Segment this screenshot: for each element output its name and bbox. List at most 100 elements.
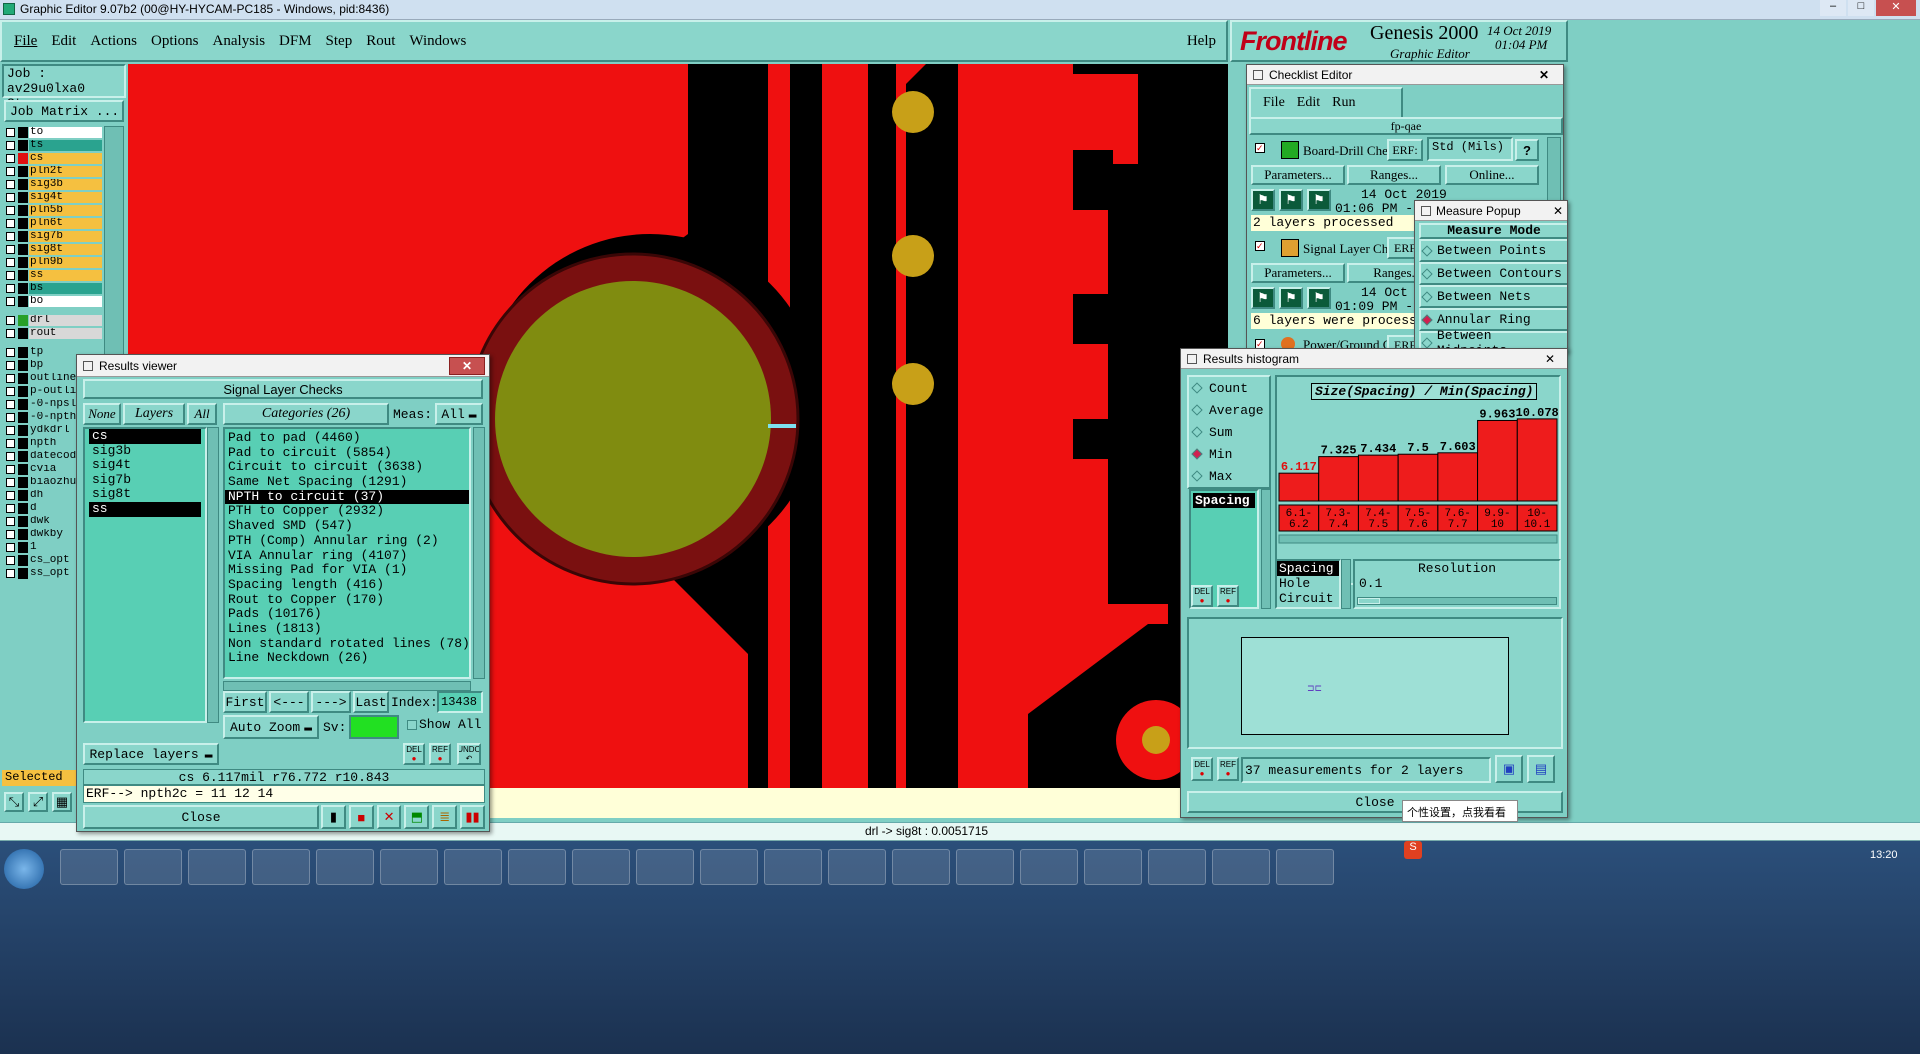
check1-parameters-button[interactable]: Parameters... bbox=[1251, 165, 1345, 185]
check2-name[interactable]: Signal Layer Ch bbox=[1303, 241, 1388, 257]
close-icon[interactable]: ✕ bbox=[1553, 204, 1563, 218]
layer-name[interactable]: pln5b bbox=[29, 205, 102, 216]
histogram-bar[interactable] bbox=[1516, 418, 1558, 502]
layer-name[interactable]: ss bbox=[29, 270, 102, 281]
select-item-spacing[interactable]: Spacing bbox=[1277, 561, 1339, 576]
close-icon[interactable]: ✕ bbox=[449, 356, 485, 375]
replace-layers-select[interactable]: Replace layers ▬ bbox=[83, 743, 219, 765]
layer-row[interactable]: pln6t bbox=[4, 217, 102, 230]
menu-rout[interactable]: Rout bbox=[366, 33, 395, 50]
layer-name[interactable]: rout bbox=[29, 328, 102, 339]
layer-row[interactable]: bs bbox=[4, 282, 102, 295]
menu-dfm[interactable]: DFM bbox=[279, 33, 312, 50]
checklist-titlebar[interactable]: Checklist Editor ✕ bbox=[1247, 65, 1563, 85]
aggregate-radio[interactable]: Max bbox=[1189, 465, 1269, 487]
ref-button[interactable]: REF ● bbox=[429, 743, 451, 765]
layer-checkbox[interactable] bbox=[6, 504, 15, 513]
window-controls[interactable]: – □ ✕ bbox=[1796, 0, 1916, 18]
layer-checkbox[interactable] bbox=[6, 316, 15, 325]
layer-checkbox[interactable] bbox=[6, 465, 15, 474]
measure-mode-item[interactable]: Between Points bbox=[1419, 239, 1567, 262]
close-icon[interactable]: ✕ bbox=[1529, 65, 1559, 84]
first-button[interactable]: First bbox=[223, 691, 267, 713]
layer-name[interactable]: drl bbox=[29, 315, 102, 326]
run-icon[interactable]: ⚑ bbox=[1251, 287, 1275, 309]
layer-name[interactable]: pln9b bbox=[29, 257, 102, 268]
category-item[interactable]: Non standard rotated lines (78) bbox=[225, 636, 470, 652]
taskbar-app-icon[interactable] bbox=[444, 849, 502, 885]
checklist-menu-file[interactable]: File bbox=[1263, 95, 1285, 111]
layer-checkbox[interactable] bbox=[6, 193, 15, 202]
run-icon[interactable]: ⚑ bbox=[1279, 287, 1303, 309]
layer-row[interactable]: rout bbox=[4, 327, 102, 340]
layer-name[interactable]: bo bbox=[29, 296, 102, 307]
check1-ranges-button[interactable]: Ranges... bbox=[1347, 165, 1441, 185]
menu-options[interactable]: Options bbox=[151, 33, 199, 50]
layer-results-list[interactable]: cs sig3b sig4t sig7b sig8t ss bbox=[83, 427, 207, 723]
menu-help[interactable]: Help bbox=[1187, 33, 1216, 50]
histogram-bar[interactable] bbox=[1437, 452, 1479, 502]
layer-name[interactable]: sig4t bbox=[29, 192, 102, 203]
start-button[interactable] bbox=[4, 849, 44, 889]
auto-zoom-select[interactable]: Auto Zoom ▬ bbox=[223, 715, 319, 739]
layer-name[interactable]: pln6t bbox=[29, 218, 102, 229]
layer-row[interactable]: ss bbox=[4, 269, 102, 282]
category-item[interactable]: PTH to Copper (2932) bbox=[225, 504, 469, 519]
layer-name[interactable]: sig8t bbox=[29, 244, 102, 255]
taskbar-app-icon[interactable] bbox=[636, 849, 694, 885]
taskbar-app-icon[interactable] bbox=[956, 849, 1014, 885]
category-item[interactable]: NPTH to circuit (37) bbox=[225, 489, 469, 505]
category-item[interactable]: VIA Annular ring (4107) bbox=[225, 548, 469, 564]
layer-checkbox[interactable] bbox=[6, 232, 15, 241]
taskbar-app-icon[interactable] bbox=[508, 849, 566, 885]
menu-windows[interactable]: Windows bbox=[409, 33, 466, 50]
layer-checkbox[interactable] bbox=[6, 556, 15, 565]
next-button[interactable]: ---> bbox=[311, 691, 351, 713]
taskbar-app-icon[interactable] bbox=[316, 849, 374, 885]
layer-checkbox[interactable] bbox=[6, 258, 15, 267]
menu-actions[interactable]: Actions bbox=[90, 33, 137, 50]
menu-analysis[interactable]: Analysis bbox=[213, 33, 266, 50]
layer-checkbox[interactable] bbox=[6, 245, 15, 254]
check-enabled-icon[interactable]: ✓ bbox=[1255, 143, 1265, 153]
hist-ref2-button[interactable]: REF ● bbox=[1217, 757, 1239, 781]
hist-del2-button[interactable]: DEL ● bbox=[1191, 757, 1213, 781]
checklist-menu-run[interactable]: Run bbox=[1332, 95, 1355, 111]
layer-checkbox[interactable] bbox=[6, 329, 15, 338]
layer-checkbox[interactable] bbox=[6, 569, 15, 578]
layer-checkbox[interactable] bbox=[6, 141, 15, 150]
taskbar-app-icon[interactable] bbox=[1148, 849, 1206, 885]
run-icon[interactable]: ⚑ bbox=[1307, 287, 1331, 309]
help-icon[interactable]: ? bbox=[1515, 139, 1539, 161]
resolution-slider-thumb[interactable] bbox=[1358, 598, 1380, 604]
histogram-list-scrollbar[interactable] bbox=[1261, 489, 1271, 609]
histogram-layer-select[interactable]: Spacing Hole Circuit bbox=[1275, 559, 1341, 609]
taskbar-app-icon[interactable] bbox=[188, 849, 246, 885]
check-enabled-icon[interactable]: ✓ bbox=[1255, 241, 1265, 251]
layer-row[interactable]: cs bbox=[4, 152, 102, 165]
taskbar-app-icon[interactable] bbox=[700, 849, 758, 885]
report-icon[interactable]: ■ bbox=[348, 805, 374, 829]
run-icon[interactable]: ⚑ bbox=[1251, 189, 1275, 211]
category-hscrollbar[interactable] bbox=[223, 681, 471, 691]
result-layer-item[interactable]: ss bbox=[89, 502, 201, 517]
measure-titlebar[interactable]: Measure Popup ✕ bbox=[1415, 201, 1567, 221]
check1-online-button[interactable]: Online... bbox=[1445, 165, 1539, 185]
taskbar-app-icon[interactable] bbox=[764, 849, 822, 885]
layer-checkbox[interactable] bbox=[6, 348, 15, 357]
select-item-hole[interactable]: Hole bbox=[1277, 576, 1339, 591]
layer-checkbox[interactable] bbox=[6, 426, 15, 435]
layer-row[interactable]: drl bbox=[4, 314, 102, 327]
histogram-icon[interactable]: ▮▮ bbox=[460, 805, 485, 829]
check1-std-field[interactable]: Std (Mils) bbox=[1427, 137, 1513, 161]
layer-checkbox[interactable] bbox=[6, 206, 15, 215]
layer-checkbox[interactable] bbox=[6, 387, 15, 396]
aggregate-radio[interactable]: Min bbox=[1189, 443, 1269, 465]
result-layer-item[interactable]: sig7b bbox=[89, 472, 201, 488]
category-item[interactable]: Pad to circuit (5854) bbox=[225, 445, 469, 461]
categories-button[interactable]: Categories (26) bbox=[223, 403, 389, 425]
result-layer-item[interactable]: sig8t bbox=[89, 487, 201, 502]
histogram-bar[interactable] bbox=[1318, 456, 1359, 502]
none-button[interactable]: None bbox=[83, 403, 121, 425]
taskbar-app-icon[interactable] bbox=[252, 849, 310, 885]
